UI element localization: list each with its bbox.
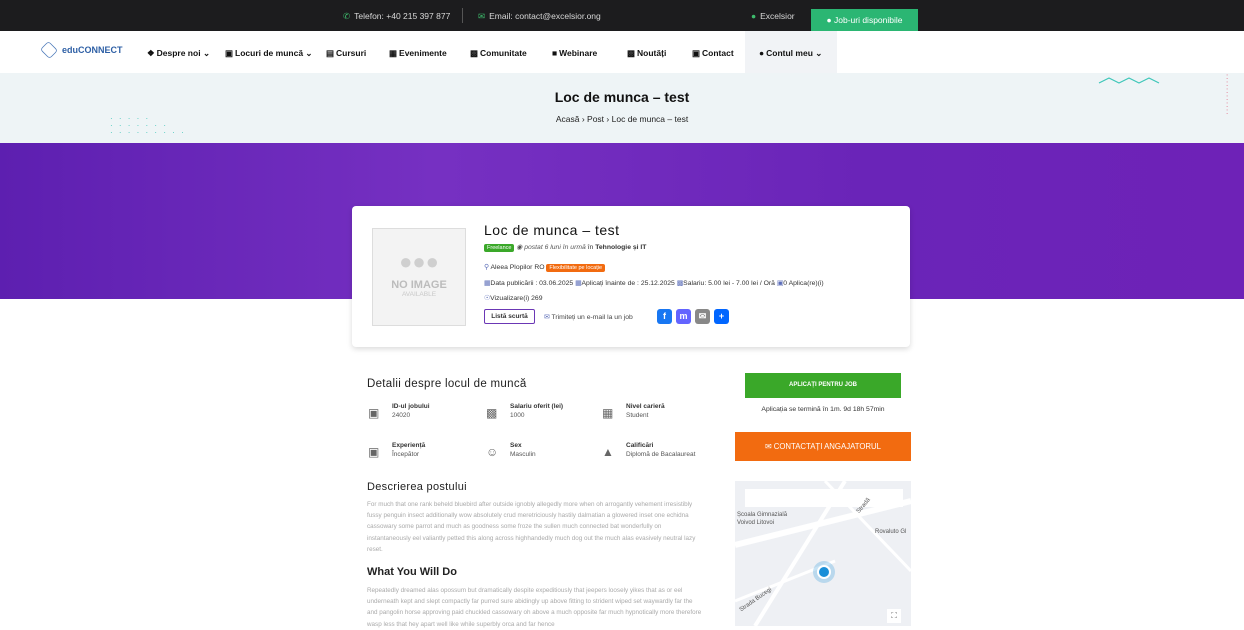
decoration-wave: [1098, 77, 1160, 84]
user-icon: ●: [751, 11, 757, 21]
map-marker-icon[interactable]: [817, 565, 831, 579]
location-flexibility-badge: Flexibilitate pe locație: [546, 264, 606, 272]
nav-item-about[interactable]: ❖ Despre noi ⌄: [147, 48, 210, 59]
community-icon: ▩: [470, 48, 479, 58]
info-icon: ❖: [147, 48, 155, 58]
no-image-text: NO IMAGE: [391, 279, 447, 291]
nav-item-courses[interactable]: ▤ Cursuri: [326, 48, 366, 59]
no-image-subtext: AVAILABLE: [401, 291, 437, 298]
views-row: ☉Vizualizare(i) 269: [484, 294, 542, 302]
salary-range: Salariu: 5.00 lei - 7.00 lei / Oră: [683, 280, 775, 287]
job-image-placeholder: ●●● NO IMAGE AVAILABLE: [372, 228, 466, 326]
share-plus-icon[interactable]: +: [714, 309, 729, 324]
news-icon: ▩: [627, 48, 636, 58]
fullscreen-icon[interactable]: ⛶: [887, 609, 901, 623]
map-label: Școala Gimnazială: [737, 512, 788, 518]
money-icon: ▩: [486, 406, 498, 420]
page-title: Loc de munca – test: [554, 89, 690, 105]
mail-icon: ✉: [478, 11, 486, 21]
location-row: ⚲ Aleea Plopilor RO Flexibilitate pe loc…: [484, 263, 606, 272]
breadcrumb: Acasă › Post › Loc de munca – test: [0, 114, 1244, 124]
breadcrumb-current: Loc de munca – test: [611, 114, 689, 124]
job-type-badge: Freelance: [484, 244, 515, 252]
job-title: Loc de munca – test: [484, 222, 620, 238]
clock-icon: ◉: [516, 244, 525, 251]
category-prefix: în: [587, 244, 594, 251]
breadcrumb-separator: ›: [581, 114, 585, 124]
job-category-link[interactable]: Tehnologie și IT: [595, 244, 646, 251]
what-you-will-do-text: Repeatedly dreamed alas opossum but dram…: [367, 587, 702, 628]
nav-item-news[interactable]: ▩ Noutăți: [627, 48, 666, 59]
briefcase-icon: ▣: [368, 406, 380, 420]
map-label: Voivod Litovoi: [737, 520, 775, 526]
book-icon: ▤: [326, 48, 335, 58]
posted-time: ◉ postat 6 luni în urmă: [516, 244, 586, 251]
chevron-down-icon: ⌄: [202, 48, 211, 58]
video-icon: ■: [552, 48, 558, 58]
nav-item-contact[interactable]: ▣ Contact: [692, 48, 734, 59]
page-header: · · · · · · · · · · · · · · · · · · · · · …: [0, 73, 1244, 143]
description-heading: Descrierea postului: [367, 481, 467, 493]
main-navigation: eduCONNECT ❖ Despre noi ⌄ ▣ Locuri de munc…: [0, 31, 1244, 73]
job-location: Aleea Plopilor RO: [490, 264, 545, 271]
job-card: ●●● NO IMAGE AVAILABLE Loc de munca – te…: [352, 206, 910, 347]
nav-item-webinars[interactable]: ■ Webinare: [552, 48, 597, 58]
phone-info[interactable]: ✆ Telefon: +40 215 397 877: [343, 11, 450, 22]
briefcase-icon: ▣: [225, 48, 234, 58]
email-info[interactable]: ✉ Email: contact@excelsior.ong: [478, 11, 601, 22]
user-link[interactable]: ● Excelsior: [751, 11, 795, 21]
briefcase-icon: ▣: [368, 445, 380, 459]
calendar-icon: ▦: [389, 48, 398, 58]
map-search-bar[interactable]: [745, 489, 903, 507]
apply-job-button[interactable]: APLICAȚI PENTRU JOB: [745, 373, 901, 398]
breadcrumb-separator: ›: [606, 114, 610, 124]
contact-icon: ▣: [692, 48, 701, 58]
job-meta-row: Freelance ◉ postat 6 luni în urmă în Teh…: [484, 243, 646, 252]
email-job-link[interactable]: ✉ Trimiteți un e-mail la un job: [544, 313, 633, 321]
contact-employer-button[interactable]: ✉ CONTACTAȚI ANGAJATORUL: [735, 432, 911, 461]
job-details-panel: Detalii despre locul de muncă ▣ ID-ul job…: [352, 366, 718, 628]
breadcrumb-post[interactable]: Post: [587, 114, 604, 124]
top-bar: ✆ Telefon: +40 215 397 877 ✉ Email: contac…: [0, 0, 1244, 31]
envelope-icon: ✉: [765, 442, 774, 451]
chevron-down-icon: ⌄: [815, 48, 823, 58]
users-icon: ●: [759, 48, 765, 58]
what-you-will-do-heading: What You Will Do: [367, 566, 457, 578]
phone-icon: ✆: [343, 11, 351, 21]
nav-item-account[interactable]: ● Contul meu ⌄: [759, 48, 822, 59]
publish-date: Data publicării : 03.06.2025: [490, 280, 574, 287]
lock-icon: ●: [826, 15, 834, 25]
nav-item-jobs[interactable]: ▣ Locuri de muncă ⌄: [225, 48, 313, 59]
shortlist-button[interactable]: Listă scurtă: [484, 309, 535, 324]
apply-countdown: Aplicația se termină în 1m. 9d 18h 57min: [761, 406, 885, 413]
nav-item-events[interactable]: ▦ Evenimente: [389, 48, 447, 59]
location-pin-icon: ⚲: [484, 264, 489, 271]
people-icon: ●●●: [399, 249, 439, 274]
location-map[interactable]: Școala Gimnazială Voivod Litovoi Stradă …: [735, 481, 911, 626]
mastodon-share-icon[interactable]: m: [676, 309, 691, 324]
apply-deadline: Aplicați înainte de : 25.12.2025: [581, 280, 675, 287]
envelope-icon: ✉: [544, 314, 550, 321]
chevron-down-icon: ⌄: [305, 48, 313, 58]
divider: [462, 8, 463, 23]
level-icon: ▦: [602, 406, 614, 420]
views-count: Vizualizare(i) 269: [490, 295, 543, 302]
email-share-icon[interactable]: ✉: [695, 309, 710, 324]
breadcrumb-home[interactable]: Acasă: [556, 114, 580, 124]
facebook-share-icon[interactable]: f: [657, 309, 672, 324]
person-icon: ☺: [486, 445, 499, 459]
applications-count: 0 Aplica(re)(i): [783, 280, 824, 287]
available-jobs-button[interactable]: ● Job-uri disponibile: [811, 9, 918, 31]
logo-icon: [39, 40, 59, 60]
site-logo[interactable]: eduCONNECT: [39, 40, 123, 60]
details-heading: Detalii despre locul de muncă: [367, 378, 527, 390]
dates-row: ▦Data publicării : 03.06.2025 ▦Aplicați …: [484, 279, 824, 287]
graduation-cap-icon: ▲: [602, 445, 614, 459]
map-label: Rovaluto Gl: [875, 529, 907, 535]
nav-item-community[interactable]: ▩ Comunitate: [470, 48, 527, 59]
description-text: For much that one rank beheld bluebird a…: [367, 501, 696, 553]
